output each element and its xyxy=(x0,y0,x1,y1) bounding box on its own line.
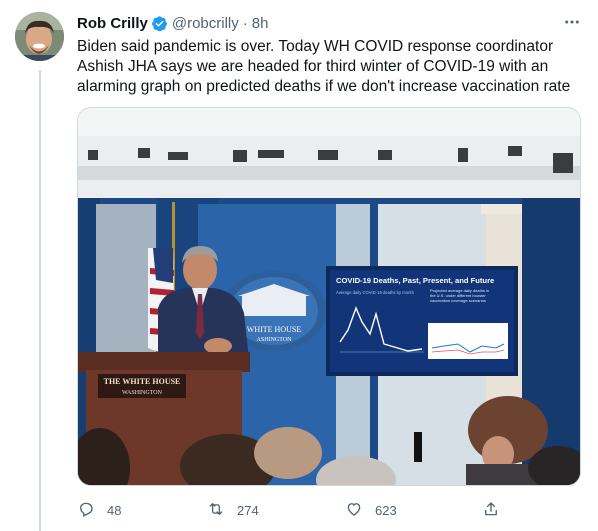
tweet-photo[interactable]: WHITE HOUSE ASHINGTON THE WHITE HOUSE WA… xyxy=(77,107,581,486)
share-icon xyxy=(482,500,500,521)
verified-badge-icon xyxy=(151,15,168,32)
seal-text: WHITE HOUSE xyxy=(247,325,302,334)
author-handle[interactable]: @robcrilly xyxy=(172,15,239,32)
avatar-image xyxy=(15,12,64,61)
screen-left-label: Average daily COVID-19 deaths by month xyxy=(336,290,415,295)
reply-button[interactable]: 48 xyxy=(77,499,121,521)
timestamp[interactable]: 8h xyxy=(252,15,269,32)
podium-sign: THE WHITE HOUSE xyxy=(104,377,181,386)
podium-sign-2: WASHINGTON xyxy=(122,390,163,396)
like-button[interactable]: 623 xyxy=(345,499,397,521)
thread-line xyxy=(39,70,41,531)
seal-text-2: ASHINGTON xyxy=(257,337,293,343)
retweet-icon xyxy=(207,500,225,521)
reply-count: 48 xyxy=(107,502,122,518)
tweet-text: Biden said pandemic is over. Today WH CO… xyxy=(77,38,571,95)
avatar[interactable] xyxy=(15,12,64,61)
screen-right-label-3: vaccination coverage scenarios xyxy=(430,298,486,303)
more-icon[interactable] xyxy=(558,10,586,34)
tweet-header: Rob Crilly @robcrilly · 8h xyxy=(77,13,268,33)
reply-icon xyxy=(77,500,95,521)
retweet-button[interactable]: 274 xyxy=(207,499,259,521)
retweet-count: 274 xyxy=(237,502,259,518)
share-button[interactable] xyxy=(482,499,500,521)
screen-title: COVID-19 Deaths, Past, Present, and Futu… xyxy=(336,276,494,285)
action-bar: 48 274 623 xyxy=(77,499,557,521)
like-icon xyxy=(345,500,363,521)
like-count: 623 xyxy=(375,502,397,518)
separator: · xyxy=(242,14,248,32)
author-name[interactable]: Rob Crilly xyxy=(77,15,148,32)
